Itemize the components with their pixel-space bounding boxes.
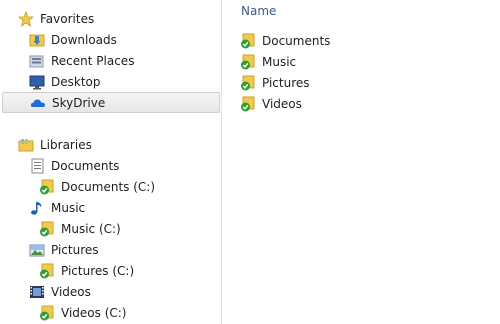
nav-item-label: Videos (51, 284, 91, 299)
music-note-icon (29, 200, 45, 216)
nav-item-label: Documents (51, 158, 120, 173)
nav-item-recent-places[interactable]: Recent Places (29, 50, 134, 71)
nav-item-documents[interactable]: Documents (29, 155, 119, 176)
nav-item-pictures[interactable]: Pictures (29, 239, 99, 260)
nav-item-videos[interactable]: Videos (29, 281, 91, 302)
favorites-label: Favorites (40, 11, 95, 26)
nav-item-skydrive[interactable]: SkyDrive (2, 92, 220, 113)
navigation-pane: Favorites Downloads Recent Places Deskto… (0, 0, 222, 324)
list-item-label: Music (262, 54, 297, 69)
downloads-folder-icon (29, 32, 45, 48)
desktop-icon (29, 74, 45, 90)
skydrive-cloud-icon (30, 95, 46, 111)
synced-folder-icon (39, 263, 55, 279)
list-item[interactable]: Documents (240, 30, 330, 51)
nav-item-label: SkyDrive (52, 95, 106, 110)
synced-folder-icon (240, 54, 256, 70)
nav-item-label: Videos (C:) (61, 305, 127, 320)
synced-folder-icon (39, 221, 55, 237)
list-item[interactable]: Videos (240, 93, 302, 114)
libraries-group[interactable]: Libraries (18, 134, 92, 155)
nav-item-label: Downloads (51, 32, 117, 47)
nav-item-desktop[interactable]: Desktop (29, 71, 101, 92)
libraries-icon (18, 137, 34, 153)
pictures-library-icon (29, 242, 45, 258)
nav-item-label: Music (C:) (61, 221, 121, 236)
nav-item-music[interactable]: Music (29, 197, 85, 218)
documents-library-icon (29, 158, 45, 174)
list-item-label: Videos (262, 96, 302, 111)
nav-subitem-music-c[interactable]: Music (C:) (39, 218, 121, 239)
synced-folder-icon (240, 33, 256, 49)
nav-subitem-pictures-c[interactable]: Pictures (C:) (39, 260, 134, 281)
nav-item-label: Music (51, 200, 86, 215)
nav-subitem-documents-c[interactable]: Documents (C:) (39, 176, 155, 197)
favorites-group[interactable]: Favorites (18, 8, 94, 29)
list-item-label: Pictures (262, 75, 310, 90)
nav-subitem-videos-c[interactable]: Videos (C:) (39, 302, 126, 323)
nav-item-label: Documents (C:) (61, 179, 156, 194)
column-header-name[interactable]: Name (241, 4, 276, 18)
synced-folder-icon (39, 305, 55, 321)
nav-item-label: Recent Places (51, 53, 135, 68)
synced-folder-icon (39, 179, 55, 195)
content-pane: Name Documents Music Pictures Videos (223, 0, 500, 324)
list-item[interactable]: Music (240, 51, 296, 72)
nav-item-label: Pictures (51, 242, 99, 257)
videos-library-icon (29, 284, 45, 300)
nav-item-label: Desktop (51, 74, 101, 89)
nav-item-downloads[interactable]: Downloads (29, 29, 117, 50)
list-item-label: Documents (262, 33, 331, 48)
list-item[interactable]: Pictures (240, 72, 310, 93)
nav-item-label: Pictures (C:) (61, 263, 135, 278)
libraries-label: Libraries (40, 137, 92, 152)
star-icon (18, 10, 34, 27)
synced-folder-icon (240, 96, 256, 112)
synced-folder-icon (240, 75, 256, 91)
recent-places-icon (29, 53, 45, 69)
